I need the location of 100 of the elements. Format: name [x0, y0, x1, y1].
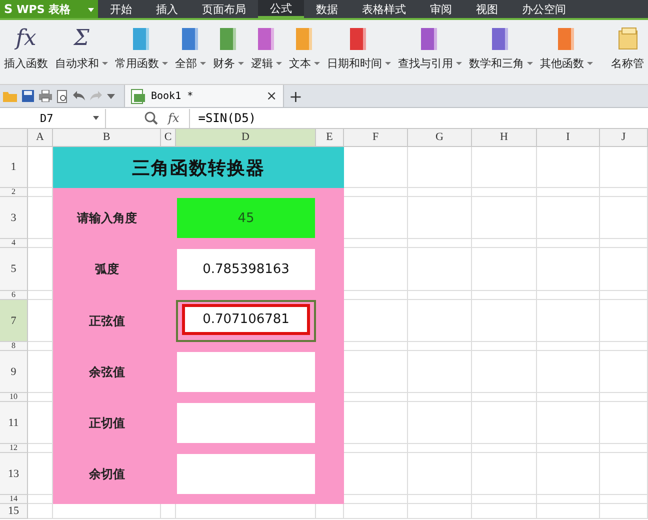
spreadsheet-cell[interactable] [537, 188, 600, 197]
folder-icon[interactable] [3, 90, 17, 102]
spreadsheet-cell[interactable] [537, 351, 600, 393]
column-header[interactable]: F [344, 129, 408, 147]
row-header[interactable]: 7 [0, 300, 28, 342]
dropdown-icon[interactable] [107, 94, 115, 98]
spreadsheet-cell[interactable] [408, 444, 472, 453]
spreadsheet-cell[interactable] [537, 495, 600, 504]
menu-tab[interactable]: 开始 [98, 0, 144, 18]
row-header[interactable]: 2 [0, 188, 28, 197]
spreadsheet-cell[interactable] [472, 504, 537, 519]
spreadsheet-cell[interactable] [600, 147, 648, 188]
menu-tab[interactable]: 插入 [144, 0, 190, 18]
spreadsheet-cell[interactable] [600, 248, 648, 291]
spreadsheet-cell[interactable] [600, 300, 648, 342]
spreadsheet-cell[interactable] [537, 453, 600, 495]
spreadsheet-cell[interactable] [472, 342, 537, 351]
spreadsheet-cell[interactable] [408, 197, 472, 239]
spreadsheet-cell[interactable] [472, 444, 537, 453]
column-header[interactable]: D [176, 129, 316, 147]
search-icon[interactable] [144, 111, 158, 125]
menu-tab[interactable]: 公式 [258, 0, 304, 18]
spreadsheet-cell[interactable] [472, 147, 537, 188]
spreadsheet-cell[interactable] [600, 291, 648, 300]
spreadsheet-cell[interactable] [537, 197, 600, 239]
row-header[interactable]: 14 [0, 495, 28, 504]
spreadsheet-cell[interactable] [600, 495, 648, 504]
select-all-button[interactable] [0, 129, 28, 147]
spreadsheet-cell[interactable] [537, 504, 600, 519]
spreadsheet-cell[interactable] [600, 444, 648, 453]
row-header[interactable]: 13 [0, 453, 28, 495]
spreadsheet-cell[interactable] [600, 351, 648, 393]
undo-icon[interactable] [73, 91, 85, 101]
column-header[interactable]: C [161, 129, 176, 147]
row-header[interactable]: 1 [0, 147, 28, 188]
menu-tab[interactable]: 表格样式 [350, 0, 418, 18]
spreadsheet-cell[interactable] [28, 504, 53, 519]
ribbon-button[interactable]: 全部 [173, 26, 208, 71]
ribbon-button[interactable]: 其他函数 [538, 26, 595, 71]
spreadsheet-cell[interactable] [537, 402, 600, 444]
new-tab-button[interactable]: + [289, 86, 302, 106]
menu-tab[interactable]: 视图 [464, 0, 510, 18]
spreadsheet-cell[interactable] [472, 453, 537, 495]
ribbon-button[interactable]: fx 插入函数 [2, 26, 50, 71]
input-cell[interactable]: 45 [177, 198, 315, 238]
column-header[interactable]: A [28, 129, 53, 147]
spreadsheet-cell[interactable] [344, 504, 408, 519]
column-header[interactable]: H [472, 129, 537, 147]
spreadsheet-cell[interactable] [408, 453, 472, 495]
spreadsheet-cell[interactable] [600, 197, 648, 239]
column-header[interactable]: J [600, 129, 648, 147]
row-header[interactable]: 11 [0, 402, 28, 444]
app-logo-button[interactable]: S WPS 表格 [0, 0, 98, 18]
menu-tab[interactable]: 办公空间 [510, 0, 578, 18]
spreadsheet-cell[interactable] [600, 342, 648, 351]
row-header[interactable]: 15 [0, 504, 28, 519]
spreadsheet-cell[interactable] [472, 239, 537, 248]
row-header[interactable]: 10 [0, 393, 28, 402]
spreadsheet-cell[interactable] [537, 248, 600, 291]
spreadsheet-cell[interactable] [472, 188, 537, 197]
menu-tab[interactable]: 页面布局 [190, 0, 258, 18]
spreadsheet-cell[interactable] [600, 453, 648, 495]
ribbon-button[interactable]: 常用函数 [113, 26, 170, 71]
spreadsheet-cell[interactable] [408, 147, 472, 188]
spreadsheet-cell[interactable] [408, 393, 472, 402]
spreadsheet-cell[interactable] [472, 393, 537, 402]
ribbon-button[interactable]: 日期和时间 [325, 26, 393, 71]
row-header[interactable]: 12 [0, 444, 28, 453]
spreadsheet-cell[interactable] [408, 248, 472, 291]
spreadsheet-cell[interactable] [472, 495, 537, 504]
spreadsheet-cell[interactable] [600, 239, 648, 248]
close-icon[interactable]: × [266, 88, 277, 104]
document-tab[interactable]: Book1 * × [124, 85, 284, 107]
save-icon[interactable] [22, 90, 34, 102]
spreadsheet-cell[interactable] [600, 504, 648, 519]
spreadsheet-cell[interactable] [600, 402, 648, 444]
column-header[interactable]: G [408, 129, 472, 147]
spreadsheet-cell[interactable] [408, 495, 472, 504]
column-header[interactable]: E [316, 129, 344, 147]
ribbon-button[interactable]: 名称管 [609, 26, 646, 71]
row-header[interactable]: 9 [0, 351, 28, 393]
ribbon-button[interactable]: 逻辑 [249, 26, 284, 71]
spreadsheet-cell[interactable] [600, 188, 648, 197]
ribbon-button[interactable]: 财务 [211, 26, 246, 71]
spreadsheet-cell[interactable] [472, 402, 537, 444]
spreadsheet-cell[interactable] [537, 300, 600, 342]
spreadsheet-cell[interactable] [408, 239, 472, 248]
spreadsheet-cell[interactable] [472, 197, 537, 239]
spreadsheet-cell[interactable] [472, 351, 537, 393]
ribbon-button[interactable]: Σ 自动求和 [53, 26, 110, 71]
spreadsheet-cell[interactable] [537, 147, 600, 188]
spreadsheet-cell[interactable] [537, 342, 600, 351]
spreadsheet-cell[interactable] [408, 504, 472, 519]
menu-tab[interactable]: 数据 [304, 0, 350, 18]
ribbon-button[interactable]: 数学和三角 [467, 26, 535, 71]
spreadsheet-cell[interactable] [537, 239, 600, 248]
row-header[interactable]: 3 [0, 197, 28, 239]
spreadsheet-cell[interactable] [600, 393, 648, 402]
spreadsheet-cell[interactable] [472, 248, 537, 291]
spreadsheet-cell[interactable] [408, 402, 472, 444]
